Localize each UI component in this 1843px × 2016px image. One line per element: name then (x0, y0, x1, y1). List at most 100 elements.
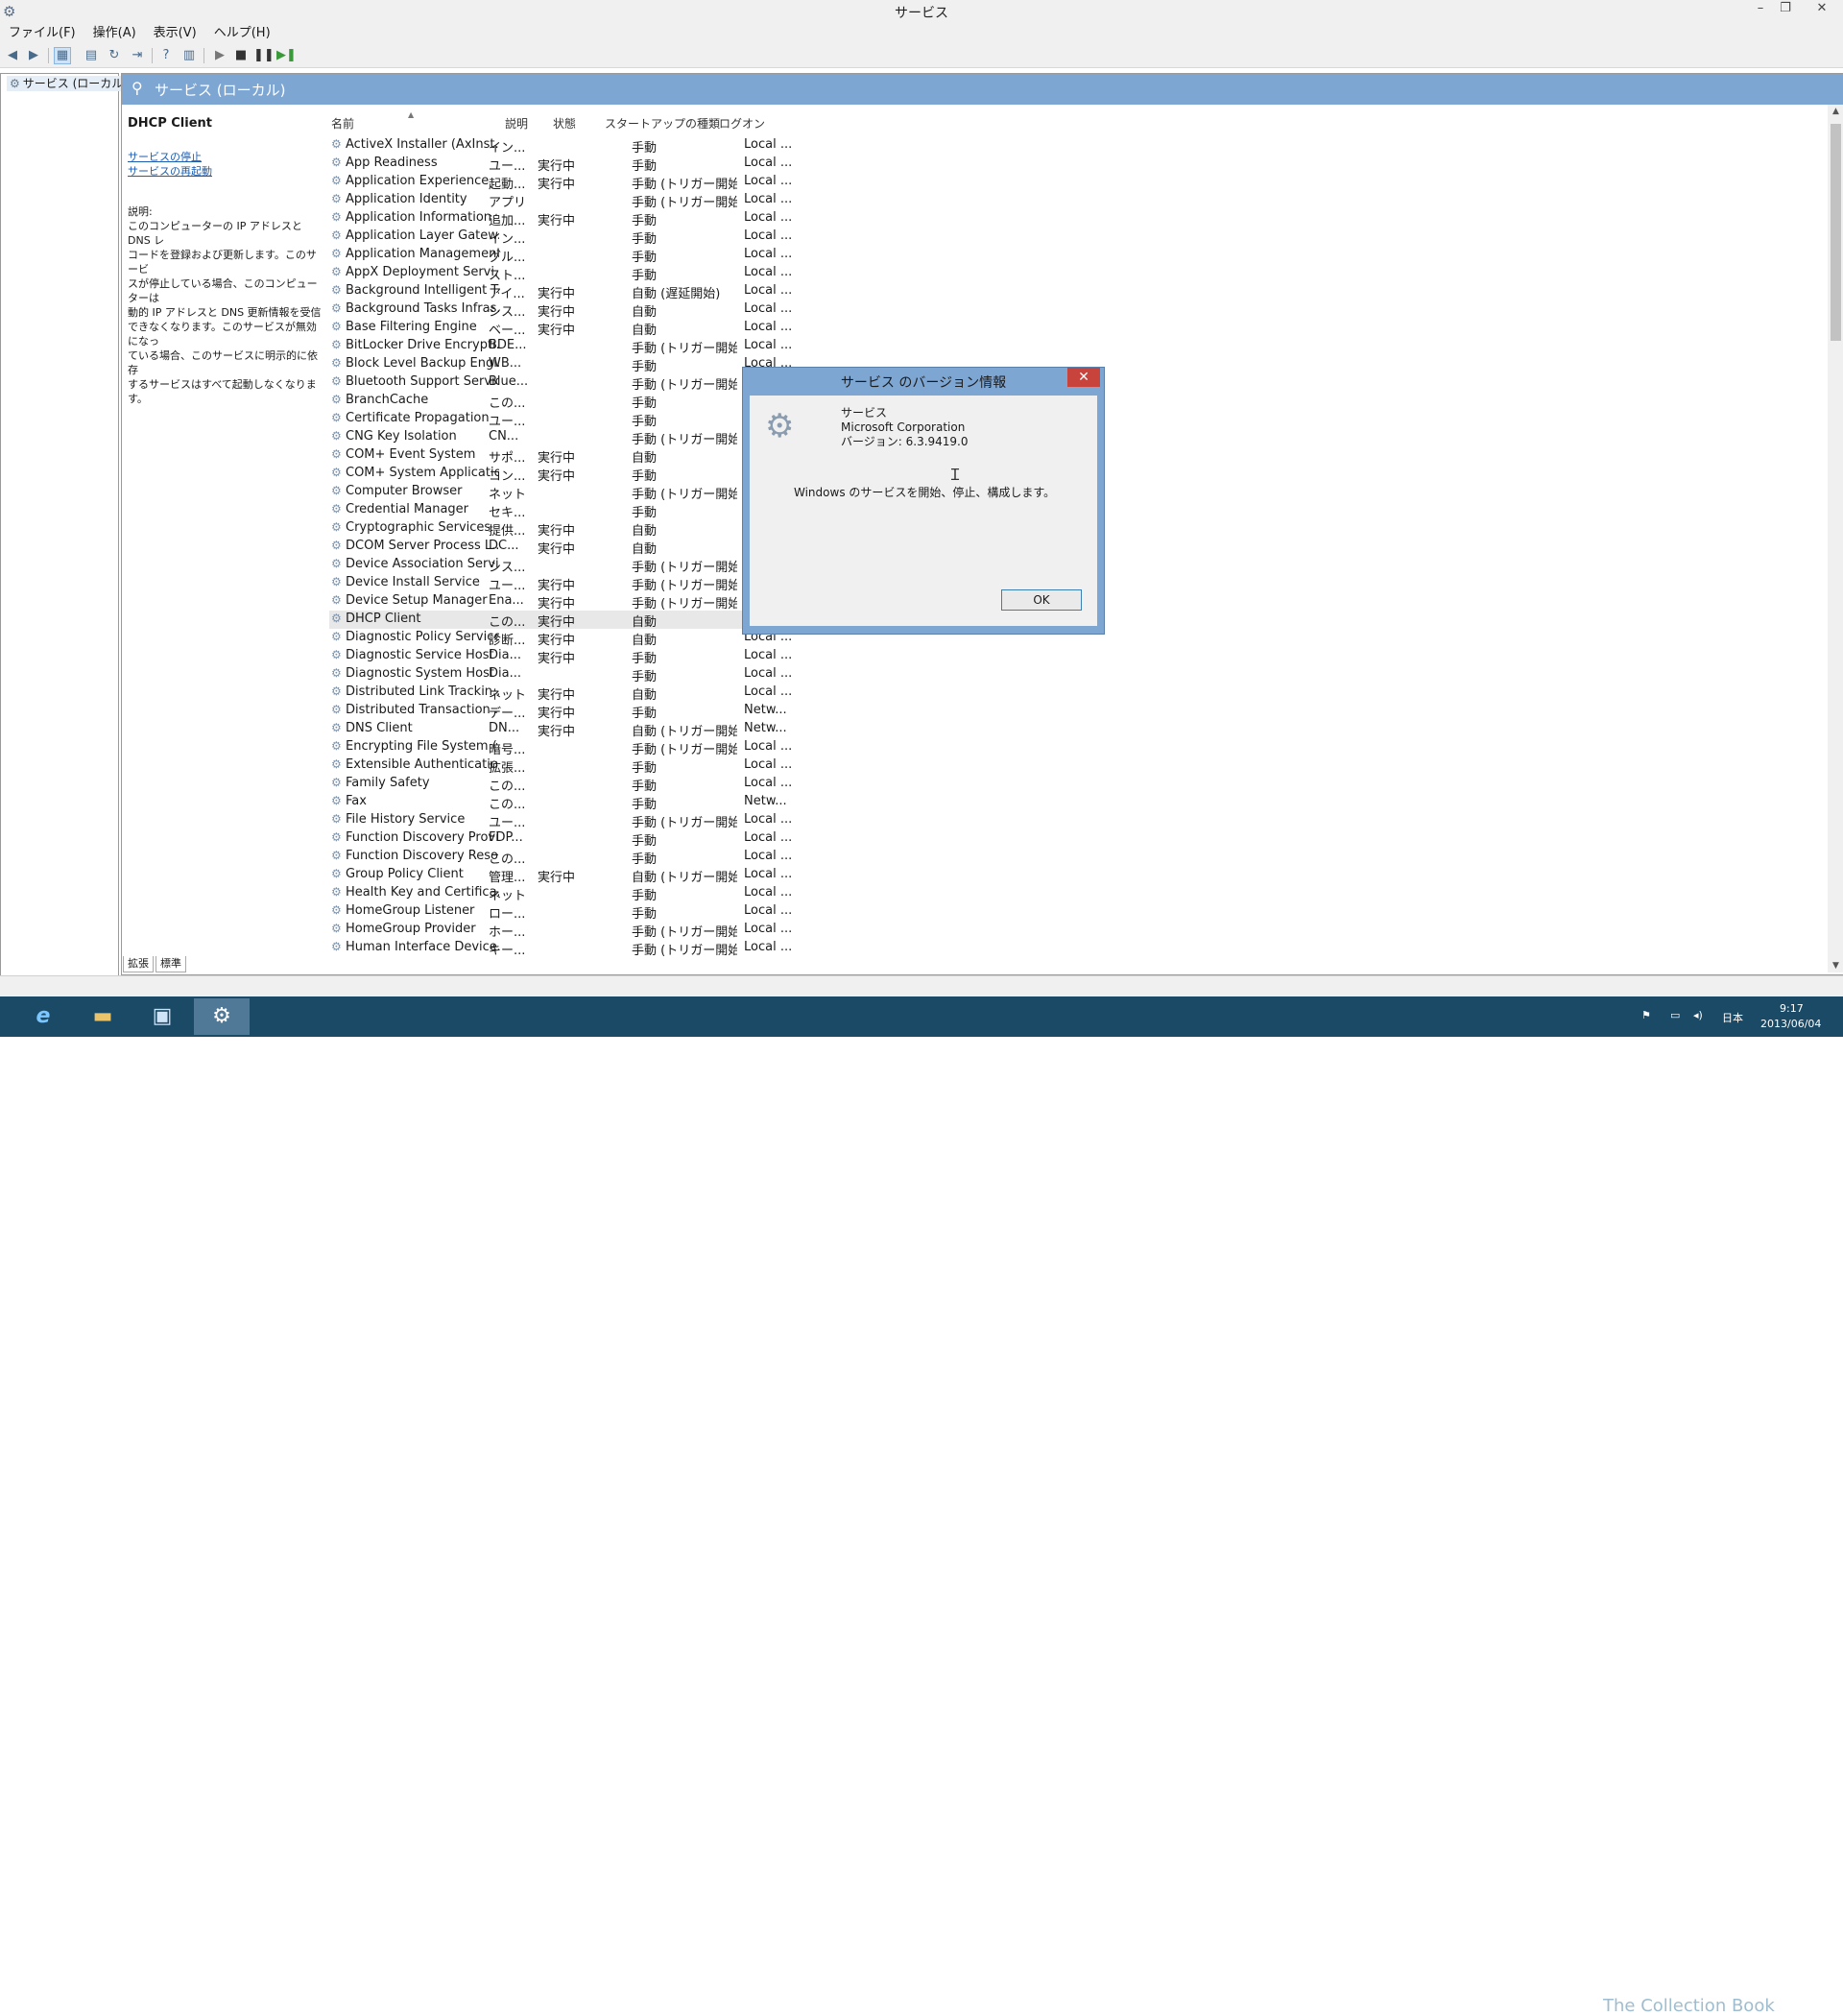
service-row[interactable]: ⚙ AppX Deployment Servi... スト... 手動 Local ..… (329, 264, 905, 283)
column-header-description[interactable]: 説明 (505, 115, 528, 132)
service-status: 実行中 (538, 579, 576, 593)
dialog-description: Windows のサービスを開始、停止、構成します。 (794, 486, 1056, 499)
service-row[interactable]: ⚙ Group Policy Client 管理... 実行中 自動 (トリガー開始) L… (329, 866, 905, 885)
forward-icon[interactable]: ▶ (25, 47, 42, 64)
service-row[interactable]: ⚙ Application Layer Gatew... イン... 手動 Local … (329, 228, 905, 247)
service-row[interactable]: ⚙ Distributed Transaction ... デー... 実行中 手動 Ne… (329, 702, 905, 721)
restart-service-link[interactable]: サービスの再起動 (128, 164, 324, 179)
service-row[interactable]: ⚙ Fax この... 手動 Netw... (329, 793, 905, 812)
tab-standard[interactable]: 標準 (156, 956, 186, 972)
service-row[interactable]: ⚙ HomeGroup Listener ロー... 手動 Local ... (329, 902, 905, 922)
back-icon[interactable]: ◀ (4, 47, 21, 64)
service-description: WB... (489, 356, 522, 371)
scroll-thumb[interactable] (1831, 124, 1841, 341)
export-icon[interactable]: ⇥ (129, 47, 146, 64)
restore-button[interactable]: ❐ (1772, 0, 1799, 19)
service-row[interactable]: ⚙ Diagnostic System Host Dia... 手動 Local ... (329, 665, 905, 684)
tab-extended[interactable]: 拡張 (123, 956, 154, 972)
service-name: Application Identity (346, 192, 467, 206)
refresh-icon[interactable]: ↻ (106, 47, 123, 64)
column-header-name[interactable]: 名前 (331, 115, 354, 132)
column-header-status[interactable]: 状態 (553, 115, 576, 132)
clock-time[interactable]: 9:17 (1780, 1002, 1804, 1015)
service-row[interactable]: ⚙ Distributed Link Trackin...ネット... 実行中 自動 L… (329, 684, 905, 703)
stop-icon[interactable]: ■ (232, 47, 250, 64)
service-row[interactable]: ⚙ Function Discovery Reso... この... 手動 Local … (329, 848, 905, 867)
close-button[interactable]: ✕ (1805, 0, 1839, 19)
tree-node-services-local[interactable]: ⚙ サービス (ローカル) (7, 76, 131, 91)
column-header-logon[interactable]: ログオン (719, 115, 765, 132)
service-row[interactable]: ⚙ Family Safety この... 手動 Local ... (329, 775, 905, 794)
column-header-startup-type[interactable]: スタートアップの種類 (605, 115, 720, 132)
dialog-close-button[interactable]: ✕ (1067, 368, 1100, 387)
service-row[interactable]: ⚙ Health Key and Certifica...ネット... 手動 Loca… (329, 884, 905, 903)
service-row[interactable]: ⚙ Application Identity アプリ... 手動 (トリガー開始) Lo… (329, 191, 905, 210)
service-description: ベー... (489, 324, 526, 338)
ok-button[interactable]: OK (1001, 589, 1082, 611)
service-logon: Local ... (744, 338, 793, 352)
service-row[interactable]: ⚙ App Readiness ユー... 実行中 手動 Local ... (329, 155, 905, 174)
services-taskbar-icon[interactable]: ⚙ (194, 998, 250, 1035)
service-row[interactable]: ⚙ Diagnostic Service Host Dia... 実行中 手動 Local… (329, 647, 905, 666)
service-description: セキ... (489, 506, 526, 520)
service-gear-icon: ⚙ (331, 356, 342, 370)
toolbar: ◀ ▶ ▦ ▤ ↻ ⇥ ? ▥ ▶ ■ ❚❚ ▶❚ (0, 44, 1843, 68)
menu-view[interactable]: 表示(V) (145, 23, 205, 44)
service-name: Group Policy Client (346, 867, 464, 881)
minimize-button[interactable]: – (1747, 0, 1774, 19)
ime-language[interactable]: 日本 (1722, 1010, 1743, 1025)
scroll-down-arrow-icon[interactable]: ▼ (1828, 961, 1843, 971)
service-name: Credential Manager (346, 502, 469, 516)
scroll-up-arrow-icon[interactable]: ▲ (1828, 107, 1843, 116)
service-row[interactable]: ⚙ BitLocker Drive Encrypti... BDE... 手動 (トリ… (329, 337, 905, 356)
service-status: 実行中 (538, 214, 576, 228)
show-tree-icon[interactable]: ▦ (54, 47, 71, 64)
internet-explorer-icon[interactable]: e (15, 998, 71, 1035)
service-startup-type: 自動 (632, 305, 658, 320)
watermark: The Collection Book (1603, 1996, 1775, 2016)
menu-action[interactable]: 操作(A) (84, 23, 145, 44)
service-gear-icon: ⚙ (331, 666, 342, 680)
file-explorer-icon[interactable]: ▬ (75, 998, 131, 1035)
service-row[interactable]: ⚙ HomeGroup Provider ホー... 手動 (トリガー開始) Local… (329, 921, 905, 940)
flag-icon[interactable]: ⚑ (1641, 1009, 1651, 1021)
vertical-scrollbar[interactable]: ▲ ▼ (1828, 105, 1843, 972)
service-startup-type: 手動 (632, 141, 658, 156)
properties-icon[interactable]: ▤ (83, 47, 100, 64)
service-row[interactable]: ⚙ DNS Client DN... 実行中 自動 (トリガー開始) Netw... (329, 720, 905, 739)
service-row[interactable]: ⚙ Encrypting File System (... 暗号... 手動 (トリガ… (329, 738, 905, 757)
help-icon[interactable]: ? (157, 47, 175, 64)
service-description: ユー... (489, 816, 526, 830)
service-row[interactable]: ⚙ Application Experience 起動... 実行中 手動 (トリガー開… (329, 173, 905, 192)
service-row[interactable]: ⚙ Application Information 追加... 実行中 手動 Local … (329, 209, 905, 228)
service-row[interactable]: ⚙ Extensible Authenticatio... 拡張... 手動 Local… (329, 756, 905, 776)
service-status: 実行中 (538, 542, 576, 557)
service-row[interactable]: ⚙ Background Tasks Infras... シス... 実行中 自動 Loc… (329, 300, 905, 320)
service-row[interactable]: ⚙ Human Interface Device... キー... 手動 (トリガー開… (329, 939, 905, 958)
menu-file[interactable]: ファイル(F) (0, 23, 84, 44)
service-row[interactable]: ⚙ Function Discovery Provi... FDP... 手動 Loca… (329, 829, 905, 849)
service-row[interactable]: ⚙ ActiveX Installer (AxInst... イン... 手動 Loca… (329, 136, 905, 156)
service-row[interactable]: ⚙ Base Filtering Engine ベー... 実行中 自動 Local ..… (329, 319, 905, 338)
stop-service-link[interactable]: サービスの停止 (128, 150, 324, 164)
details-icon[interactable]: ▥ (180, 47, 198, 64)
menu-help[interactable]: ヘルプ(H) (205, 23, 279, 44)
about-dialog: サービス のバージョン情報 ✕ ⚙ サービス Microsoft Corpora… (742, 367, 1105, 635)
clock-date[interactable]: 2013/06/04 (1760, 1018, 1821, 1030)
service-name: Background Intelligent T... (346, 283, 499, 298)
volume-icon[interactable]: ◂) (1693, 1009, 1703, 1021)
service-row[interactable]: ⚙ Background Intelligent T... アイ... 実行中 自動 (… (329, 282, 905, 301)
service-name: App Readiness (346, 156, 438, 170)
restart-icon[interactable]: ▶❚ (276, 47, 297, 64)
service-startup-type: 手動 (トリガー開始) (632, 597, 737, 612)
service-startup-type: 手動 (632, 214, 658, 228)
pause-icon[interactable]: ❚❚ (253, 47, 275, 64)
product-name: サービス (841, 406, 888, 420)
network-icon[interactable]: ▭ (1670, 1009, 1680, 1021)
service-gear-icon: ⚙ (331, 156, 342, 169)
service-name: BranchCache (346, 393, 429, 407)
service-row[interactable]: ⚙ Application Management グル... 手動 Local ... (329, 246, 905, 265)
service-row[interactable]: ⚙ File History Service ユー... 手動 (トリガー開始) Loc… (329, 811, 905, 830)
server-manager-icon[interactable]: ▣ (134, 998, 190, 1035)
start-icon[interactable]: ▶ (211, 47, 228, 64)
